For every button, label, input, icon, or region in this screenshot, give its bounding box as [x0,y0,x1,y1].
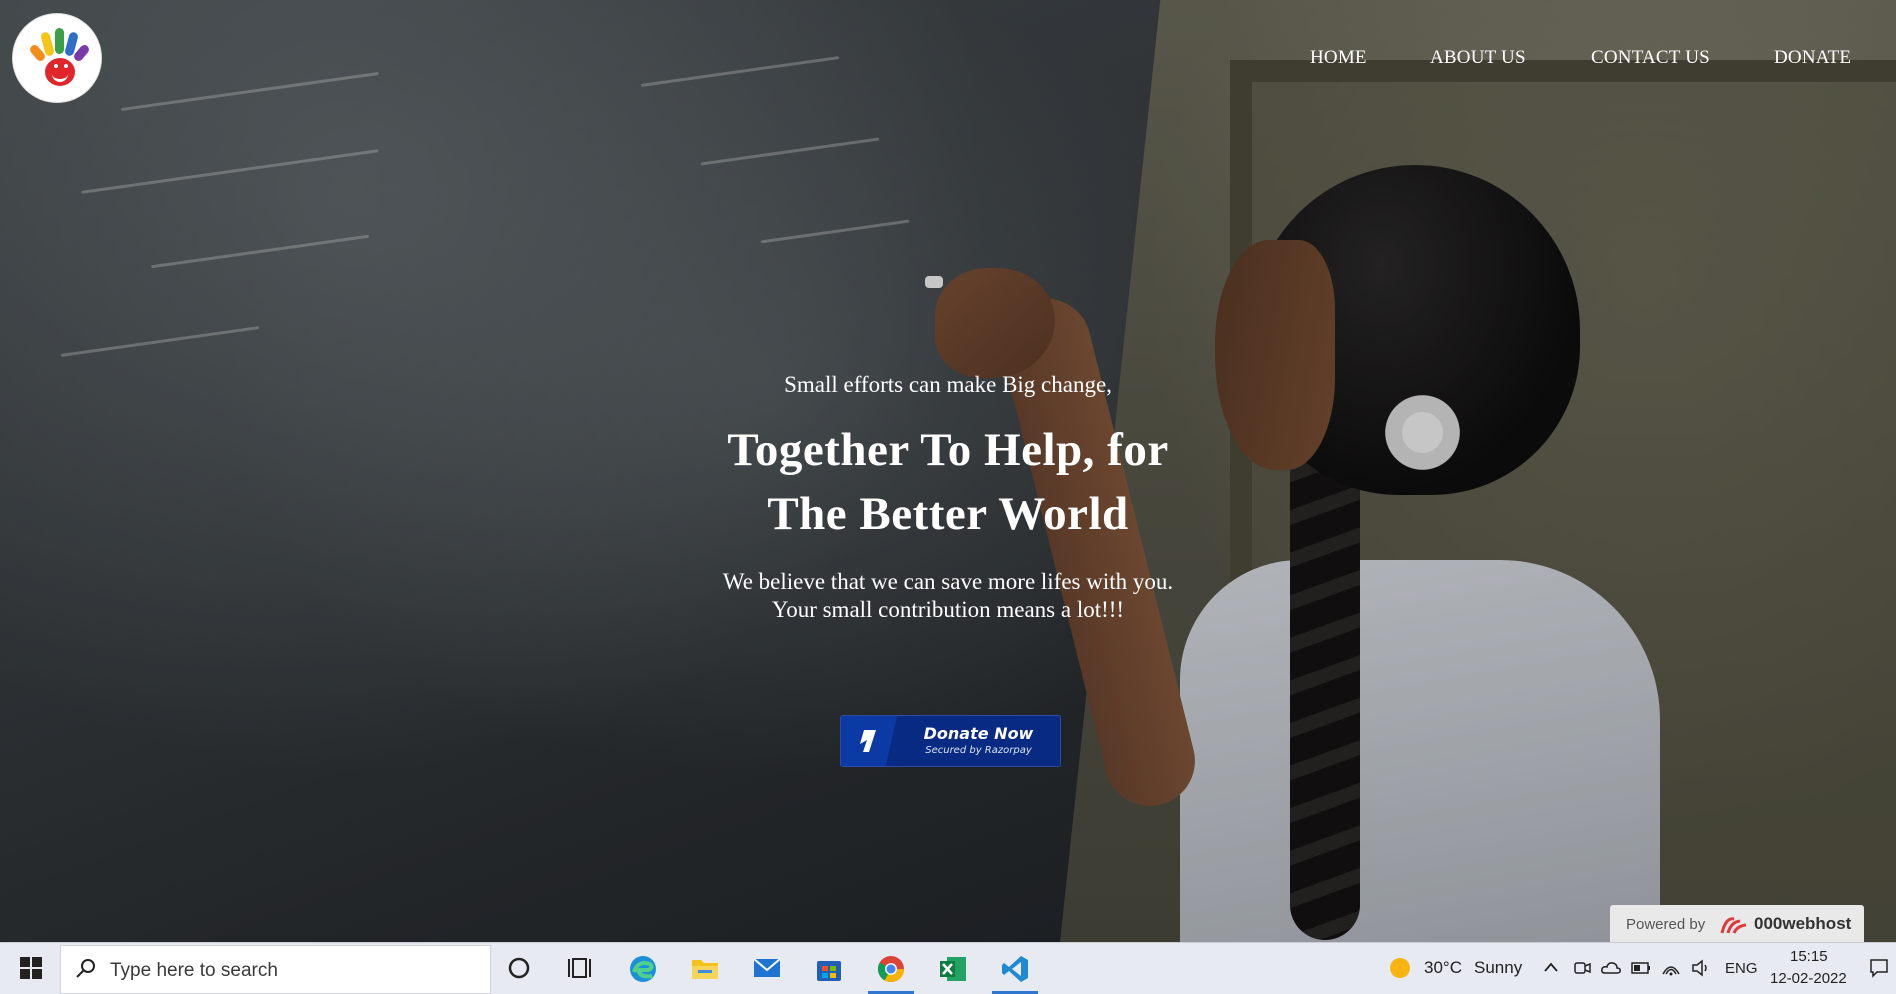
onedrive-cloud-icon[interactable] [1600,958,1622,978]
clock-time[interactable]: 15:15 [1790,948,1828,965]
000webhost-icon [1720,917,1747,934]
wifi-icon[interactable] [1660,958,1682,978]
weather-temp[interactable]: 30°C [1424,958,1462,978]
edge-icon [630,956,656,982]
hero-sub-line1: We believe that we can save more lifes w… [722,569,1174,594]
hero-tagline: Small efforts can make Big change, [784,372,1112,397]
donate-now-button[interactable]: Donate Now Secured by Razorpay [840,715,1061,767]
taskbar-edge[interactable] [614,943,672,994]
hero-headline-line1: Together To Help, for [727,424,1169,476]
start-button[interactable] [0,943,60,994]
meet-now-icon[interactable] [1572,958,1592,978]
vscode-icon [1002,956,1028,982]
chrome-icon [877,956,905,983]
weather-sun-icon [1390,958,1410,978]
taskbar-search-box[interactable]: Type here to search [60,945,491,994]
clock-date[interactable]: 12-02-2022 [1770,970,1847,987]
taskbar-mail[interactable] [738,943,796,994]
file-explorer-icon [692,960,718,979]
donate-secured-label: Secured by Razorpay [925,745,1032,756]
taskbar-excel[interactable] [924,943,982,994]
hero-subtext: We believe that we can save more lifes w… [648,568,1248,624]
chevron-up-icon[interactable] [1542,959,1560,977]
site-logo[interactable] [13,14,101,102]
volume-icon[interactable] [1690,958,1712,978]
search-placeholder: Type here to search [110,960,278,981]
excel-icon [940,957,966,981]
nav-donate[interactable]: DONATE [1774,47,1851,69]
windows-taskbar: Type here to search 30°C Sunny ENG 15:15… [0,942,1896,994]
hero-sub-line2: Your small contribution means a lot!!! [771,597,1125,622]
cortana-icon [508,957,530,979]
task-view-icon [568,958,591,978]
powered-by-label: Powered by [1626,916,1706,933]
windows-logo-icon [20,957,42,979]
nav-home[interactable]: HOME [1310,47,1367,69]
nav-about-us[interactable]: ABOUT US [1430,47,1526,69]
taskbar-file-explorer[interactable] [676,943,734,994]
store-icon [817,961,841,981]
weather-condition[interactable]: Sunny [1474,958,1522,978]
hero-text-block: Small efforts can make Big change, Toget… [648,370,1248,624]
nav-contact-us[interactable]: CONTACT US [1591,47,1710,69]
taskbar-cortana[interactable] [491,943,549,994]
taskbar-task-view[interactable] [551,943,609,994]
powered-by-brand: 000webhost [1754,914,1852,933]
hero-headline: Together To Help, for The Better World [648,418,1248,546]
notification-icon[interactable] [1868,957,1890,979]
hero-headline-line2: The Better World [767,488,1129,540]
hero-section: HOME ABOUT US CONTACT US DONATE Small ef… [0,0,1896,942]
search-icon [76,959,95,978]
taskbar-store[interactable] [800,943,858,994]
razorpay-icon [841,716,897,766]
taskbar-chrome[interactable] [862,943,920,994]
language-indicator[interactable]: ENG [1725,960,1758,977]
taskbar-vscode[interactable] [986,943,1044,994]
mail-icon [753,958,781,977]
donate-now-label: Donate Now [923,724,1034,743]
battery-icon[interactable] [1630,958,1652,978]
powered-by-badge[interactable]: Powered by 000webhost [1610,905,1864,942]
